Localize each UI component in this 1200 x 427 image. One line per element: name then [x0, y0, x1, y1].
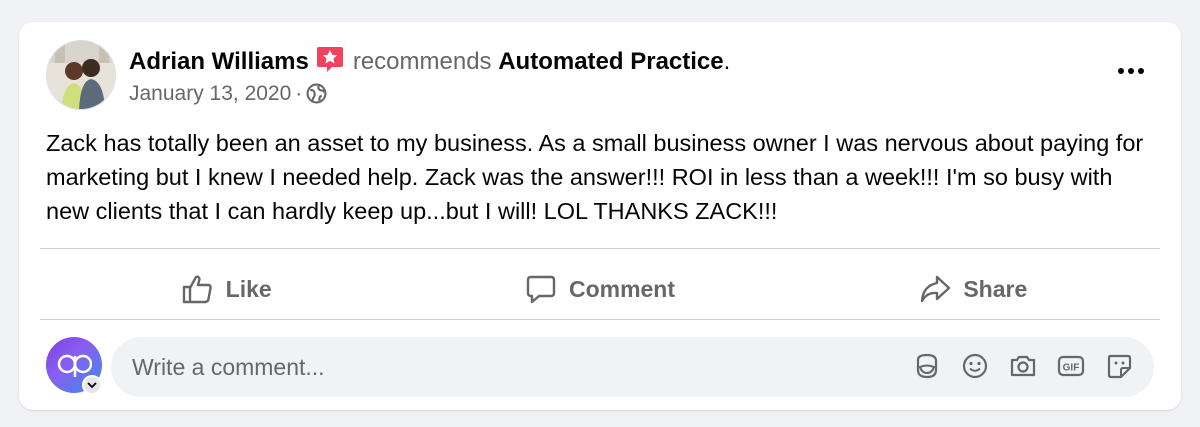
comment-button[interactable]: Comment	[413, 274, 786, 304]
comment-bubble-icon	[526, 275, 556, 304]
like-label: Like	[225, 275, 272, 302]
like-button[interactable]: Like	[40, 274, 413, 304]
share-button[interactable]: Share	[787, 274, 1160, 304]
camera-icon[interactable]	[1008, 351, 1038, 381]
dot-icon	[1118, 68, 1124, 74]
author-avatar[interactable]	[46, 40, 116, 110]
author-name[interactable]: Adrian Williams	[129, 48, 309, 75]
post-card: Adrian Williams recommends Automated Prac…	[19, 22, 1181, 410]
post-header: Adrian Williams recommends Automated Prac…	[129, 45, 730, 77]
chevron-down-icon[interactable]	[82, 375, 102, 395]
share-arrow-icon	[921, 275, 951, 303]
gif-icon[interactable]: GIF	[1056, 351, 1086, 381]
comment-tools: GIF	[912, 351, 1134, 381]
comment-composer: GIF	[46, 337, 1154, 397]
recommendation-star-icon	[315, 45, 345, 73]
post-actions: Like Comment Share	[40, 260, 1160, 318]
post-meta: January 13, 2020 ·	[129, 82, 327, 110]
divider-top	[40, 248, 1160, 249]
globe-icon[interactable]	[306, 83, 327, 110]
dot-icon	[1138, 68, 1144, 74]
page-name-link[interactable]: Automated Practice	[498, 48, 723, 75]
sticker-icon[interactable]	[1104, 351, 1134, 381]
meta-separator: ·	[295, 82, 303, 105]
post-date[interactable]: January 13, 2020	[129, 82, 291, 105]
divider-bottom	[40, 319, 1160, 320]
dot-icon	[1128, 68, 1134, 74]
share-label: Share	[963, 275, 1028, 302]
more-options-button[interactable]	[1113, 60, 1149, 82]
post-body: Zack has totally been an asset to my bus…	[46, 130, 1144, 224]
avatar-sticker-icon[interactable]	[912, 351, 942, 381]
ap-logo-icon	[57, 354, 92, 377]
comment-label: Comment	[568, 275, 676, 302]
svg-text:GIF: GIF	[1063, 363, 1080, 374]
author-photo	[47, 41, 115, 109]
thumbs-up-icon	[182, 275, 212, 304]
emoji-icon[interactable]	[960, 351, 990, 381]
recommends-verb: recommends	[352, 48, 492, 75]
header-period: .	[723, 48, 731, 75]
